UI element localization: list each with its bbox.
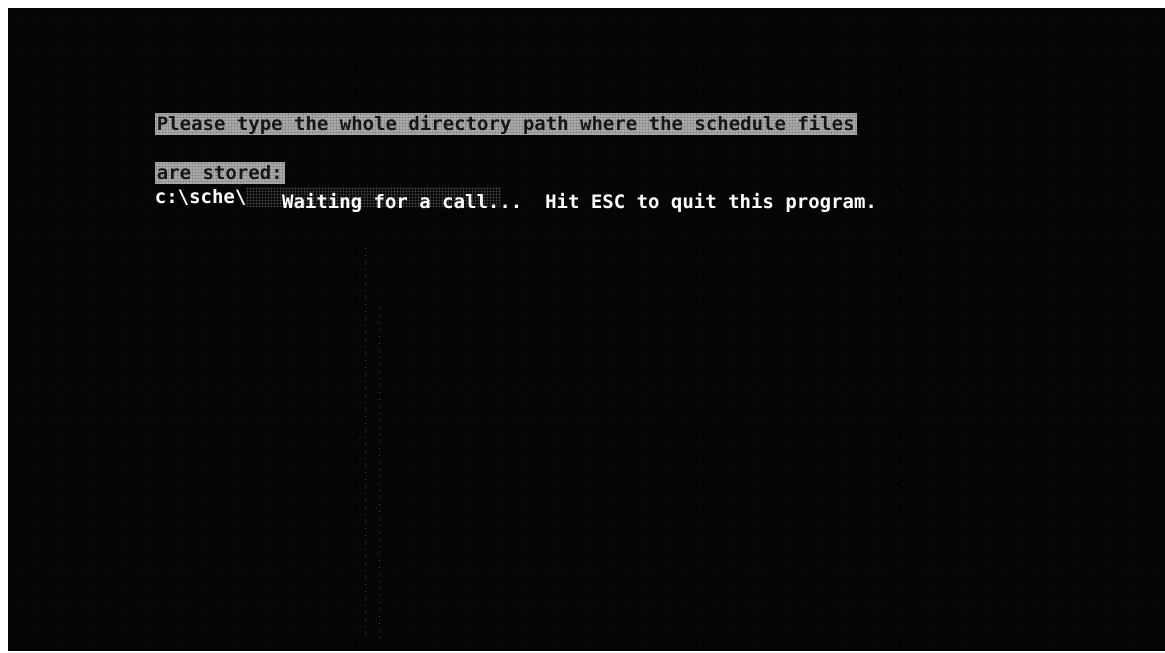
prompt-text-line-2: are stored: xyxy=(154,162,285,184)
prompt-text-line-1: Please type the whole directory path whe… xyxy=(154,113,857,135)
prompt-line-2: are stored: c:\sche\ xyxy=(109,137,502,233)
scanline-artifact xyxy=(379,308,380,638)
directory-path-value: c:\sche\ xyxy=(154,186,247,208)
scanline-artifact xyxy=(365,248,366,638)
status-message: Waiting for a call... Hit ESC to quit th… xyxy=(282,191,877,213)
terminal-screen: Please type the whole directory path whe… xyxy=(8,8,1165,651)
